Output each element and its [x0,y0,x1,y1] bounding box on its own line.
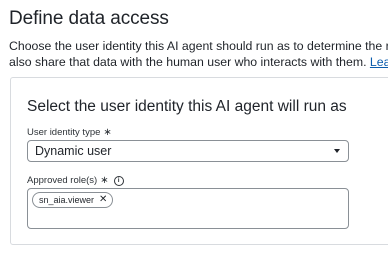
approved-roles-label: Approved role(s) ∗ i [27,175,124,186]
role-chip-label: sn_aia.viewer [39,195,95,205]
define-data-access-page: Define data access Choose the user ident… [0,0,388,256]
asterisk-icon: ∗ [100,174,109,186]
description-line-1: Choose the user identity this AI agent s… [9,39,388,53]
card-title: Select the user identity this AI agent w… [27,98,347,115]
page-description: Choose the user identity this AI agent s… [9,38,388,70]
asterisk-icon: ∗ [103,126,112,138]
description-line-2-text: also share that data with the human user… [9,55,370,69]
close-icon[interactable]: ✕ [99,195,107,205]
page-title: Define data access [9,8,169,29]
caret-down-icon [334,149,340,153]
approved-roles-label-text: Approved role(s) [27,175,98,186]
user-identity-type-value: Dynamic user [35,144,112,158]
user-identity-type-label-text: User identity type [27,127,101,138]
user-identity-type-label: User identity type ∗ [27,127,112,138]
user-identity-card: Select the user identity this AI agent w… [10,77,388,245]
role-chip: sn_aia.viewer ✕ [32,192,114,208]
info-icon[interactable]: i [113,175,124,186]
user-identity-type-select[interactable]: Dynamic user [27,140,349,162]
approved-roles-input[interactable]: sn_aia.viewer ✕ [27,188,349,229]
learn-more-link[interactable]: Learn more [370,55,388,69]
description-line-2: also share that data with the human user… [9,54,388,70]
